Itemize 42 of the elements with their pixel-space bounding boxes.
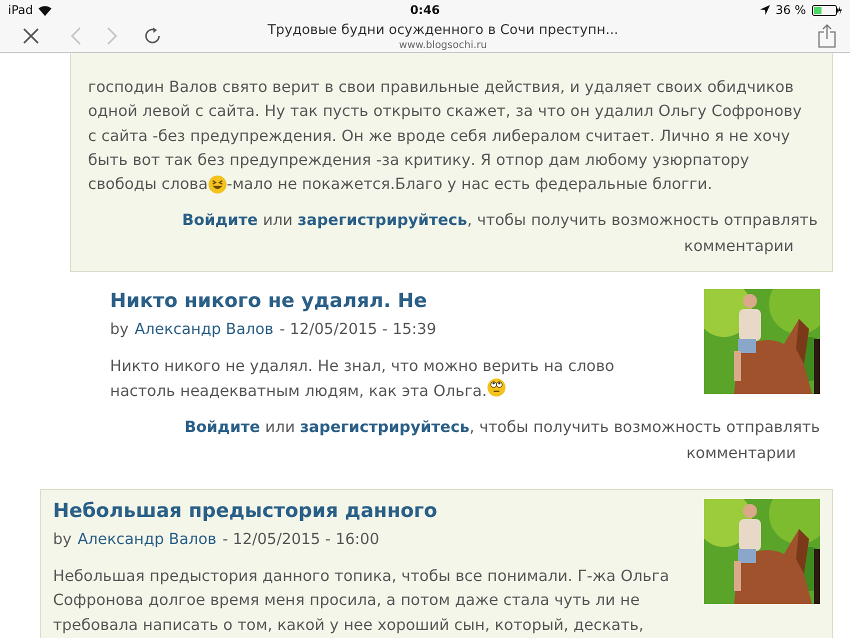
login-link[interactable]: Войдите bbox=[182, 207, 258, 234]
notice-text: , чтобы получить возможность отправлять bbox=[467, 210, 818, 232]
comment-text: Софронова долгое время меня просила, а потом даже стала чуть ли не bbox=[53, 590, 640, 612]
notice-text: комментарии bbox=[684, 236, 794, 258]
notice-text: или bbox=[262, 210, 293, 232]
location-arrow-icon bbox=[760, 5, 770, 15]
comment-text: настоль неадекватным людям, как эта Ольга. bbox=[110, 380, 487, 402]
comment-text: требовала написать о том, какой у нее хороший сын, который, дескать, bbox=[53, 614, 644, 636]
reload-button[interactable] bbox=[144, 27, 162, 45]
comment-text: Никто никого не удалял. Не знал, что можно верить на слово bbox=[110, 356, 614, 378]
comment-date: - 12/05/2015 - 16:00 bbox=[222, 529, 380, 550]
by-label: by bbox=[110, 319, 129, 340]
by-label: by bbox=[53, 529, 72, 550]
login-link[interactable]: Войдите bbox=[184, 414, 260, 440]
comment-text: господин Валов свято верит в свои правильные действия, и удаляет своих обидчиков bbox=[88, 77, 794, 98]
notice-text: комментарии bbox=[686, 443, 796, 464]
comment-title: Никто никого не удалял. Не bbox=[110, 289, 428, 314]
share-button[interactable] bbox=[818, 24, 836, 48]
notice-text: или bbox=[265, 417, 295, 438]
comment-text: с сайта -без предупреждения. Он же вроде себя либералом считает. Лично я не хочу bbox=[88, 126, 790, 147]
comment-text: -мало не покажется.Благо у нас есть федеральные блогги. bbox=[226, 174, 712, 196]
page-title: Трудовые будни осужденного в Сочи преступн... bbox=[268, 22, 618, 38]
author-link[interactable]: Александр Валов bbox=[78, 529, 216, 550]
battery-percent: 36 % bbox=[776, 3, 806, 17]
device-name: iPad bbox=[8, 3, 34, 17]
status-time: 0:46 bbox=[410, 3, 440, 17]
author-link[interactable]: Александр Валов bbox=[134, 319, 274, 340]
comment-text: свободы слова bbox=[88, 174, 208, 196]
comment-text: одной левой с сайта. Ну так пусть открыто скажет, за что он удалил Ольгу Софронову bbox=[88, 101, 802, 122]
rolling-eyes-emoji-icon bbox=[486, 378, 506, 398]
register-link[interactable]: зарегистрируйтесь bbox=[300, 414, 470, 440]
page-url[interactable]: www.blogsochi.ru bbox=[399, 40, 487, 50]
register-link[interactable]: зарегистрируйтесь bbox=[298, 207, 468, 234]
battery-icon bbox=[812, 4, 842, 16]
comment-date: - 12/05/2015 - 15:39 bbox=[280, 319, 436, 340]
close-button[interactable] bbox=[22, 27, 40, 45]
notice-text: , чтобы получить возможность отправлять bbox=[469, 417, 820, 438]
comment-text: быть вот так без предупреждения -за критику. Я отпор дам любому узюрпатору bbox=[88, 150, 750, 171]
laughing-emoji-icon bbox=[208, 174, 227, 194]
wifi-icon bbox=[38, 4, 52, 16]
comment-title: Небольшая предыстория данного bbox=[53, 499, 438, 524]
comment-text: Небольшая предыстория данного топика, чтобы все понимали. Г-жа Ольга bbox=[53, 566, 670, 588]
